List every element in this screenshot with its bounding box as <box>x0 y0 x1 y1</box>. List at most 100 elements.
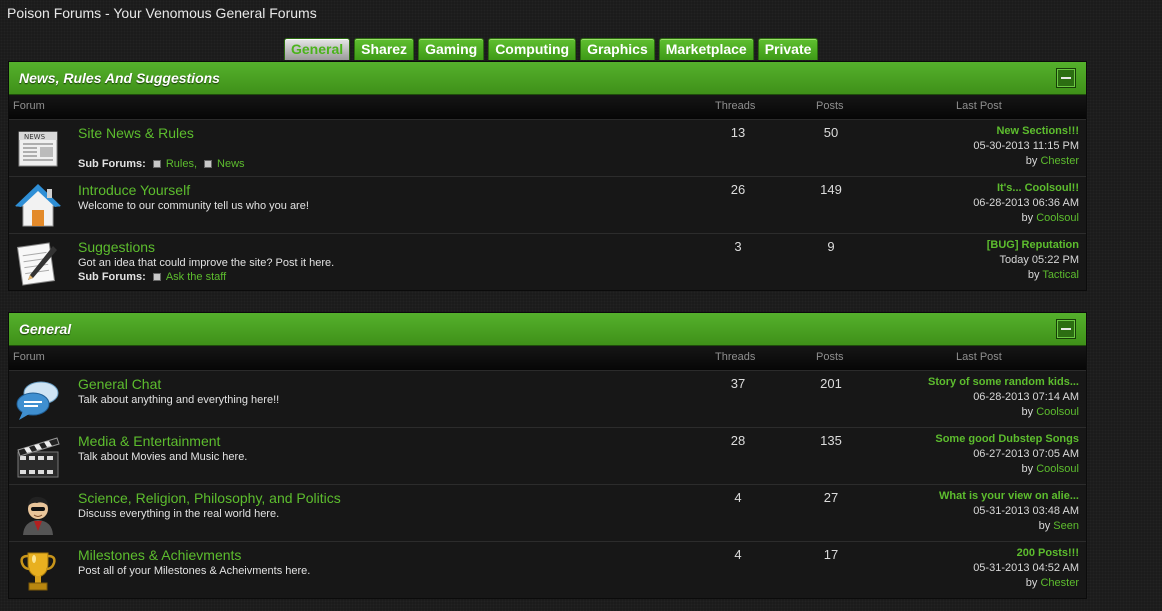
tab-sharez[interactable]: Sharez <box>354 38 415 60</box>
last-post: It's... Coolsoul!! 06-28-2013 06:36 AM b… <box>973 181 1079 226</box>
by-label: by <box>1021 406 1034 418</box>
subforums-label: Sub Forums: <box>78 158 146 170</box>
forum-link[interactable]: Introduce Yourself <box>78 182 190 198</box>
col-last-post: Last Post <box>956 351 1002 363</box>
forum-description: Welcome to our community tell us who you… <box>78 200 309 212</box>
user-link[interactable]: Chester <box>1040 155 1079 167</box>
user-link[interactable]: Seen <box>1053 520 1079 532</box>
subforum-icon <box>152 160 161 169</box>
by-label: by <box>1038 520 1051 532</box>
forum-link[interactable]: Suggestions <box>78 239 155 255</box>
user-link[interactable]: Chester <box>1040 577 1079 589</box>
last-post-title[interactable]: What is your view on alie... <box>939 489 1079 504</box>
category-header: General <box>9 313 1086 346</box>
subforum-icon <box>204 160 213 169</box>
forum-description: Talk about anything and everything here!… <box>78 394 280 406</box>
forum-row: General Chat Talk about anything and eve… <box>9 371 1086 428</box>
forum-description: Talk about Movies and Music here. <box>78 451 248 463</box>
tab-marketplace[interactable]: Marketplace <box>658 38 754 60</box>
column-header-row: Forum Threads Posts Last Post <box>9 95 1086 120</box>
by-label: by <box>1027 269 1040 281</box>
category-news-rules-suggestions: News, Rules And Suggestions Forum Thread… <box>8 61 1087 291</box>
last-post-title[interactable]: It's... Coolsoul!! <box>973 181 1079 196</box>
last-post-date: Today 05:22 PM <box>999 254 1080 266</box>
col-threads: Threads <box>715 351 756 363</box>
last-post-author: by Coolsoul <box>935 462 1080 477</box>
thread-count: 13 <box>730 125 746 140</box>
forum-description: Post all of your Milestones & Acheivment… <box>78 565 311 577</box>
col-threads: Threads <box>715 100 756 112</box>
last-post-author: by Chester <box>973 154 1079 169</box>
last-post-date: 06-27-2013 07:05 AM <box>973 448 1079 460</box>
category-title: News, Rules And Suggestions <box>19 70 220 86</box>
last-post-date: 05-31-2013 03:48 AM <box>973 505 1079 517</box>
last-post-date: 06-28-2013 06:36 AM <box>973 197 1079 209</box>
last-post-date: 06-28-2013 07:14 AM <box>973 391 1079 403</box>
last-post: Some good Dubstep Songs 06-27-2013 07:05… <box>935 432 1079 477</box>
last-post-title[interactable]: New Sections!!! <box>973 124 1079 139</box>
user-link[interactable]: Coolsoul <box>1036 463 1079 475</box>
col-posts: Posts <box>816 100 844 112</box>
collapse-button[interactable] <box>1056 319 1076 339</box>
tab-computing[interactable]: Computing <box>488 38 577 60</box>
thread-count: 26 <box>730 182 746 197</box>
thread-count: 3 <box>734 239 742 254</box>
post-count: 27 <box>823 490 839 505</box>
forum-link[interactable]: Milestones & Achievments <box>78 547 241 563</box>
post-count: 201 <box>820 376 842 391</box>
last-post-title[interactable]: Story of some random kids... <box>928 375 1079 390</box>
tab-gaming[interactable]: Gaming <box>418 38 485 60</box>
col-last-post: Last Post <box>956 100 1002 112</box>
newspaper-icon: NEWS <box>15 126 61 172</box>
thread-count: 28 <box>730 433 746 448</box>
last-post-author: by Coolsoul <box>928 405 1080 420</box>
forum-description: Discuss everything in the real world her… <box>78 508 280 520</box>
last-post: [BUG] Reputation Today 05:22 PM by Tacti… <box>987 238 1079 283</box>
last-post-author: by Seen <box>939 519 1079 534</box>
col-posts: Posts <box>816 351 844 363</box>
last-post-title[interactable]: Some good Dubstep Songs <box>935 432 1079 447</box>
thread-count: 4 <box>734 490 742 505</box>
post-count: 17 <box>823 547 839 562</box>
site-title: Poison Forums - Your Venomous General Fo… <box>7 5 317 21</box>
user-link[interactable]: Tactical <box>1042 269 1079 281</box>
subforum-icon <box>152 273 161 282</box>
last-post-title[interactable]: [BUG] Reputation <box>987 238 1079 253</box>
last-post-author: by Tactical <box>987 268 1079 283</box>
collapse-button[interactable] <box>1056 68 1076 88</box>
column-header-row: Forum Threads Posts Last Post <box>9 346 1086 371</box>
minus-icon <box>1061 328 1071 330</box>
last-post-title[interactable]: 200 Posts!!! <box>973 546 1079 561</box>
tab-general[interactable]: General <box>284 38 351 60</box>
post-count: 135 <box>820 433 842 448</box>
forum-link[interactable]: Media & Entertainment <box>78 433 220 449</box>
notepad-pen-icon <box>15 240 61 286</box>
last-post: New Sections!!! 05-30-2013 11:15 PM by C… <box>973 124 1079 169</box>
forum-link[interactable]: General Chat <box>78 376 161 392</box>
subforum-link-rules[interactable]: Rules, <box>166 158 197 170</box>
by-label: by <box>1021 212 1034 224</box>
col-forum: Forum <box>13 100 45 112</box>
subforums: Sub Forums: Ask the staff <box>78 271 226 283</box>
forum-link[interactable]: Science, Religion, Philosophy, and Polit… <box>78 490 341 506</box>
by-label: by <box>1025 155 1038 167</box>
category-title: General <box>19 321 72 337</box>
last-post: 200 Posts!!! 05-31-2013 04:52 AM by Ches… <box>973 546 1079 591</box>
minus-icon <box>1061 77 1071 79</box>
category-general: General Forum Threads Posts Last Post Ge… <box>8 312 1087 599</box>
subforum-link-ask-the-staff[interactable]: Ask the staff <box>166 271 226 283</box>
tab-private[interactable]: Private <box>757 38 819 60</box>
post-count: 149 <box>820 182 842 197</box>
user-link[interactable]: Coolsoul <box>1036 406 1079 418</box>
by-label: by <box>1021 463 1034 475</box>
chat-bubbles-icon <box>15 377 61 423</box>
user-link[interactable]: Coolsoul <box>1036 212 1079 224</box>
tab-graphics[interactable]: Graphics <box>580 38 655 60</box>
forum-link[interactable]: Site News & Rules <box>78 125 194 141</box>
forum-row: Suggestions Got an idea that could impro… <box>9 234 1086 290</box>
subforum-link-news[interactable]: News <box>217 158 245 170</box>
forum-tabs: General Sharez Gaming Computing Graphics… <box>284 38 819 60</box>
subforums-label: Sub Forums: <box>78 271 146 283</box>
forum-row: NEWS Site News & Rules Sub Forums: Rules,… <box>9 120 1086 177</box>
forum-row: Media & Entertainment Talk about Movies … <box>9 428 1086 485</box>
